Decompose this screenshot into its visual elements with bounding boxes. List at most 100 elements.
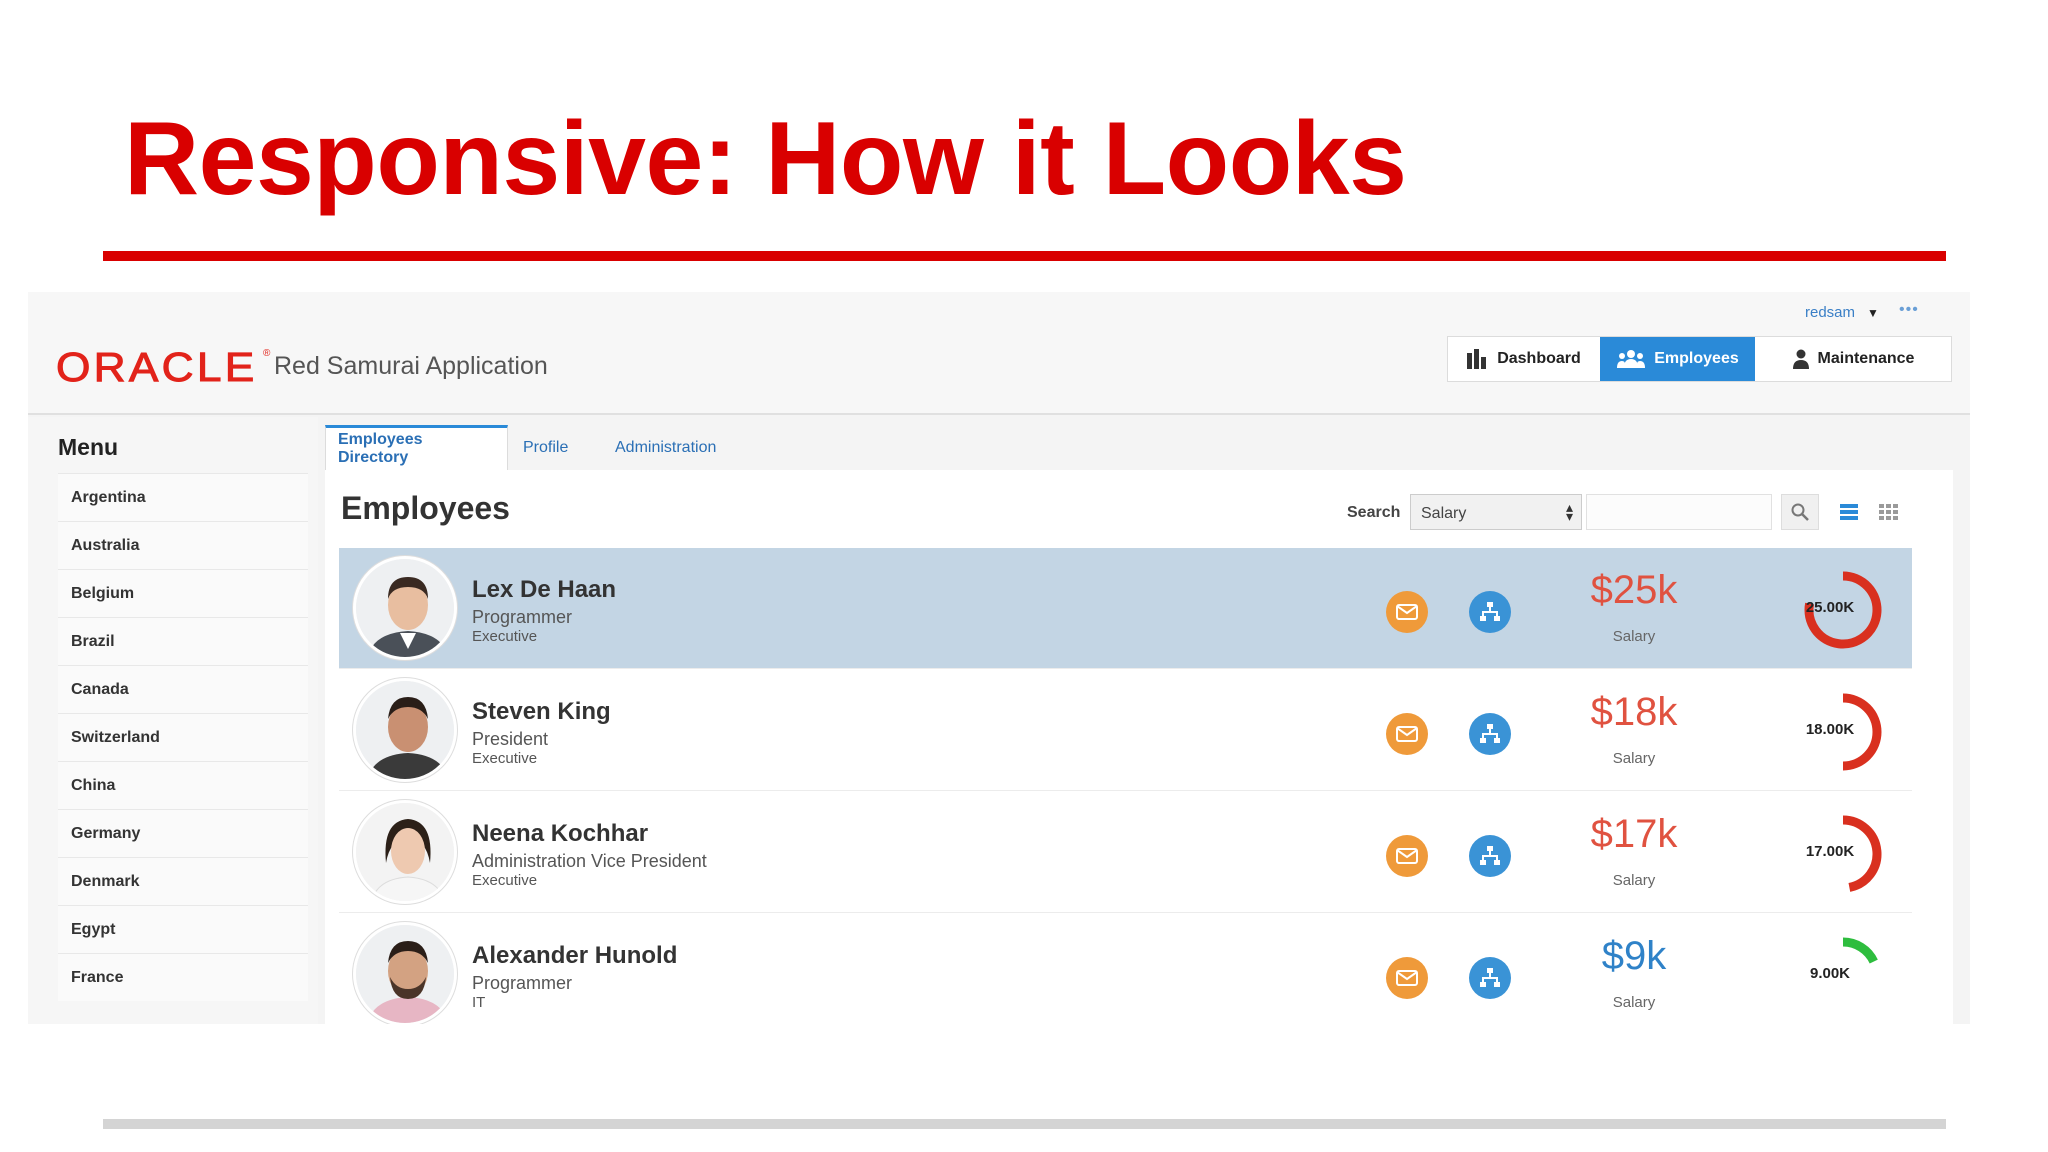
tab-bar: Employees Directory Profile Administrati… bbox=[325, 425, 1953, 470]
search-label: Search bbox=[1347, 504, 1401, 521]
menu-item-germany[interactable]: Germany bbox=[58, 809, 308, 857]
nav-dashboard-button[interactable]: Dashboard bbox=[1448, 337, 1600, 381]
employee-name: Lex De Haan bbox=[472, 576, 617, 603]
employee-name: Neena Kochhar bbox=[472, 820, 649, 847]
salary-value: $17k bbox=[1590, 812, 1678, 856]
nav-label: Dashboard bbox=[1497, 350, 1581, 367]
email-button[interactable] bbox=[1386, 713, 1428, 755]
gauge-label: 18.00K bbox=[1805, 721, 1855, 738]
avatar bbox=[353, 678, 457, 782]
employee-row[interactable]: Alexander Hunold Programmer IT $9k Salar… bbox=[339, 914, 1912, 1024]
menu-item-switzerland[interactable]: Switzerland bbox=[58, 713, 308, 761]
salary-label: Salary bbox=[1612, 994, 1656, 1011]
salary-label: Salary bbox=[1612, 628, 1656, 645]
org-chart-icon bbox=[1480, 968, 1500, 987]
tab-profile[interactable]: Profile bbox=[523, 425, 568, 470]
search-button[interactable] bbox=[1781, 494, 1819, 530]
select-arrows-icon: ▴ ▾ bbox=[1565, 499, 1573, 524]
email-button[interactable] bbox=[1386, 591, 1428, 633]
employee-department: IT bbox=[472, 994, 486, 1011]
search-icon bbox=[1791, 503, 1809, 521]
tab-administration[interactable]: Administration bbox=[615, 425, 716, 470]
nav-label: Maintenance bbox=[1817, 350, 1915, 367]
org-chart-button[interactable] bbox=[1469, 957, 1511, 999]
email-button[interactable] bbox=[1386, 957, 1428, 999]
mail-icon bbox=[1396, 726, 1418, 742]
menu-item-australia[interactable]: Australia bbox=[58, 521, 308, 569]
menu-item-brazil[interactable]: Brazil bbox=[58, 617, 308, 665]
people-icon bbox=[1617, 350, 1646, 368]
employee-row[interactable]: Lex De Haan Programmer Executive $25k Sa… bbox=[339, 548, 1912, 669]
employees-directory: Employees Search Salary ▴ ▾ Lex De Haan … bbox=[325, 470, 1953, 1024]
slide-title: Responsive: How it Looks bbox=[124, 101, 1407, 217]
employee-department: Executive bbox=[472, 750, 538, 767]
employee-department: Executive bbox=[472, 628, 538, 645]
mail-icon bbox=[1396, 848, 1418, 864]
gauge-label: 25.00K bbox=[1805, 599, 1855, 616]
salary-value: $9k bbox=[1601, 934, 1667, 978]
grid-view-icon[interactable] bbox=[1876, 500, 1900, 524]
mail-icon bbox=[1396, 604, 1418, 620]
employee-title: President bbox=[472, 729, 549, 749]
mail-icon bbox=[1396, 970, 1418, 986]
employee-department: Executive bbox=[472, 872, 538, 889]
tab-employees-directory[interactable]: Employees Directory bbox=[325, 425, 508, 470]
employee-title: Administration Vice President bbox=[472, 851, 707, 871]
salary-label: Salary bbox=[1612, 750, 1656, 767]
org-chart-icon bbox=[1480, 846, 1500, 865]
nav-employees-button[interactable]: Employees bbox=[1600, 337, 1755, 381]
employee-title: Programmer bbox=[472, 973, 573, 993]
employee-row[interactable]: Steven King President Executive $18k Sal… bbox=[339, 670, 1912, 791]
menu-item-china[interactable]: China bbox=[58, 761, 308, 809]
registered-mark: ® bbox=[263, 348, 271, 359]
more-icon[interactable]: ••• bbox=[1899, 301, 1919, 319]
user-menu[interactable]: redsam bbox=[1805, 304, 1855, 321]
section-heading: Employees bbox=[341, 490, 510, 526]
employee-row[interactable]: Neena Kochhar Administration Vice Presid… bbox=[339, 792, 1912, 913]
menu-list: Argentina Australia Belgium Brazil Canad… bbox=[58, 473, 308, 1001]
app-screenshot: ORACLE ® Red Samurai Application redsam … bbox=[28, 292, 1970, 1024]
avatar bbox=[353, 922, 457, 1024]
avatar bbox=[353, 800, 457, 904]
menu-item-canada[interactable]: Canada bbox=[58, 665, 308, 713]
oracle-logo: ORACLE bbox=[55, 344, 258, 391]
person-icon bbox=[1792, 349, 1809, 369]
bar-chart-icon bbox=[1467, 349, 1487, 369]
nav-maintenance-button[interactable]: Maintenance bbox=[1755, 337, 1951, 381]
caret-down-icon[interactable]: ▼ bbox=[1867, 306, 1879, 320]
search-input[interactable] bbox=[1586, 494, 1772, 530]
slide: Responsive: How it Looks ORACLE ® Red Sa… bbox=[0, 0, 2048, 1152]
search-field-value: Salary bbox=[1421, 505, 1467, 522]
org-chart-button[interactable] bbox=[1469, 591, 1511, 633]
menu-item-france[interactable]: France bbox=[58, 953, 308, 1001]
employee-name: Alexander Hunold bbox=[472, 942, 678, 969]
menu-item-argentina[interactable]: Argentina bbox=[58, 473, 308, 521]
gauge-arc bbox=[1842, 937, 1878, 964]
main-nav: Dashboard Employees Maintenance bbox=[1447, 336, 1952, 382]
avatar bbox=[353, 556, 457, 660]
list-view-icon[interactable] bbox=[1837, 500, 1861, 524]
app-name: Red Samurai Application bbox=[274, 352, 548, 380]
app-header: ORACLE ® Red Samurai Application redsam … bbox=[28, 292, 1970, 415]
employee-name: Steven King bbox=[472, 698, 611, 725]
org-chart-button[interactable] bbox=[1469, 835, 1511, 877]
salary-value: $25k bbox=[1590, 568, 1678, 612]
side-menu: Menu Argentina Australia Belgium Brazil … bbox=[28, 417, 318, 1024]
gauge-label: 17.00K bbox=[1805, 843, 1855, 860]
content-panel: Employees Directory Profile Administrati… bbox=[325, 425, 1953, 1024]
nav-label: Employees bbox=[1654, 350, 1739, 367]
menu-item-belgium[interactable]: Belgium bbox=[58, 569, 308, 617]
salary-label: Salary bbox=[1612, 872, 1656, 889]
org-chart-icon bbox=[1480, 602, 1500, 621]
menu-title: Menu bbox=[58, 434, 119, 460]
org-chart-icon bbox=[1480, 724, 1500, 743]
org-chart-button[interactable] bbox=[1469, 713, 1511, 755]
salary-value: $18k bbox=[1590, 690, 1678, 734]
menu-item-denmark[interactable]: Denmark bbox=[58, 857, 308, 905]
title-divider bbox=[103, 251, 1946, 261]
search-field-select[interactable]: Salary ▴ ▾ bbox=[1410, 494, 1582, 530]
menu-item-egypt[interactable]: Egypt bbox=[58, 905, 308, 953]
gauge-label: 9.00K bbox=[1809, 965, 1851, 982]
bottom-divider bbox=[103, 1119, 1946, 1129]
email-button[interactable] bbox=[1386, 835, 1428, 877]
